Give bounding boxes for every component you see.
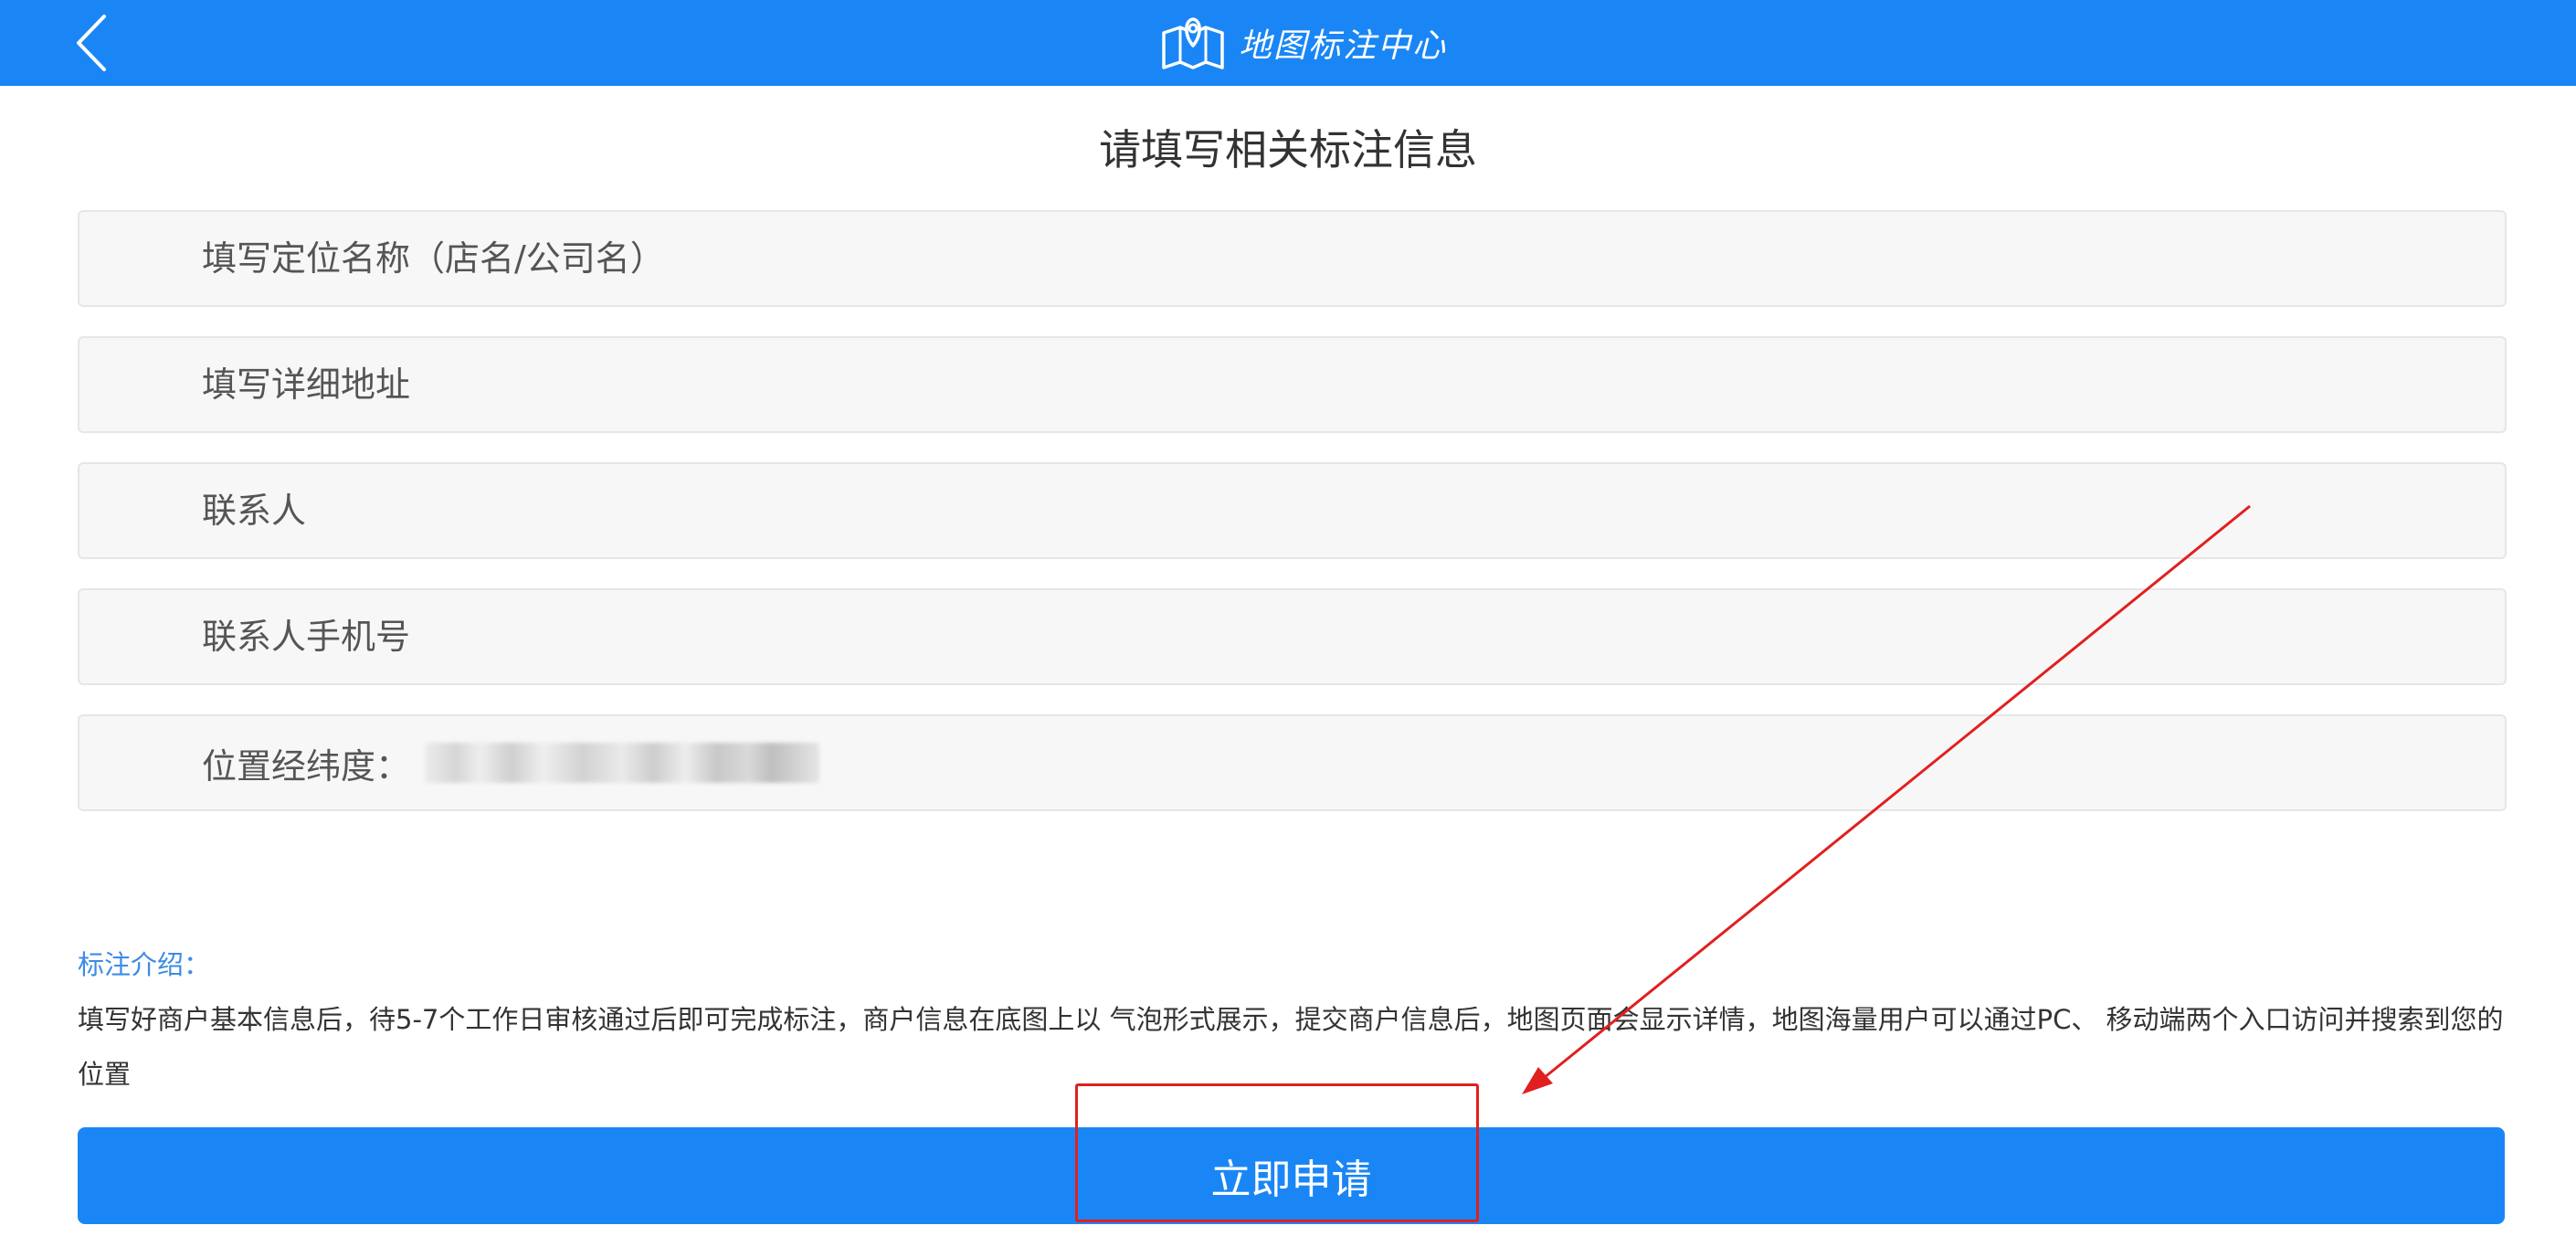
contact-field (78, 462, 2507, 559)
phone-field (78, 588, 2507, 685)
brand: 地图标注中心 (1160, 11, 1447, 75)
address-field (78, 336, 2507, 433)
latlng-label: 位置经纬度： (202, 745, 411, 787)
latlng-value-redacted (425, 743, 820, 783)
latlng-row: 位置经纬度： (202, 716, 820, 809)
map-pin-icon (1162, 17, 1224, 69)
intro-text: 填写好商户基本信息后，待5-7个工作日审核通过后即可完成标注，商户信息在底图上以… (78, 1004, 2504, 1090)
top-nav-bar: 地图标注中心 (0, 0, 2576, 86)
chevron-left-icon (77, 15, 106, 71)
latlng-field: 位置经纬度： (78, 714, 2507, 811)
location-name-input[interactable] (202, 212, 2467, 305)
contact-phone-input[interactable] (202, 590, 2467, 683)
contact-name-input[interactable] (202, 464, 2467, 557)
name-field (78, 210, 2507, 307)
brand-title: 地图标注中心 (1239, 27, 1448, 65)
page-title: 请填写相关标注信息 (1099, 125, 1477, 174)
address-input[interactable] (202, 338, 2467, 431)
back-button[interactable] (68, 11, 122, 75)
apply-now-button[interactable]: 立即申请 (78, 1127, 2505, 1224)
intro-title: 标注介绍： (78, 949, 211, 980)
